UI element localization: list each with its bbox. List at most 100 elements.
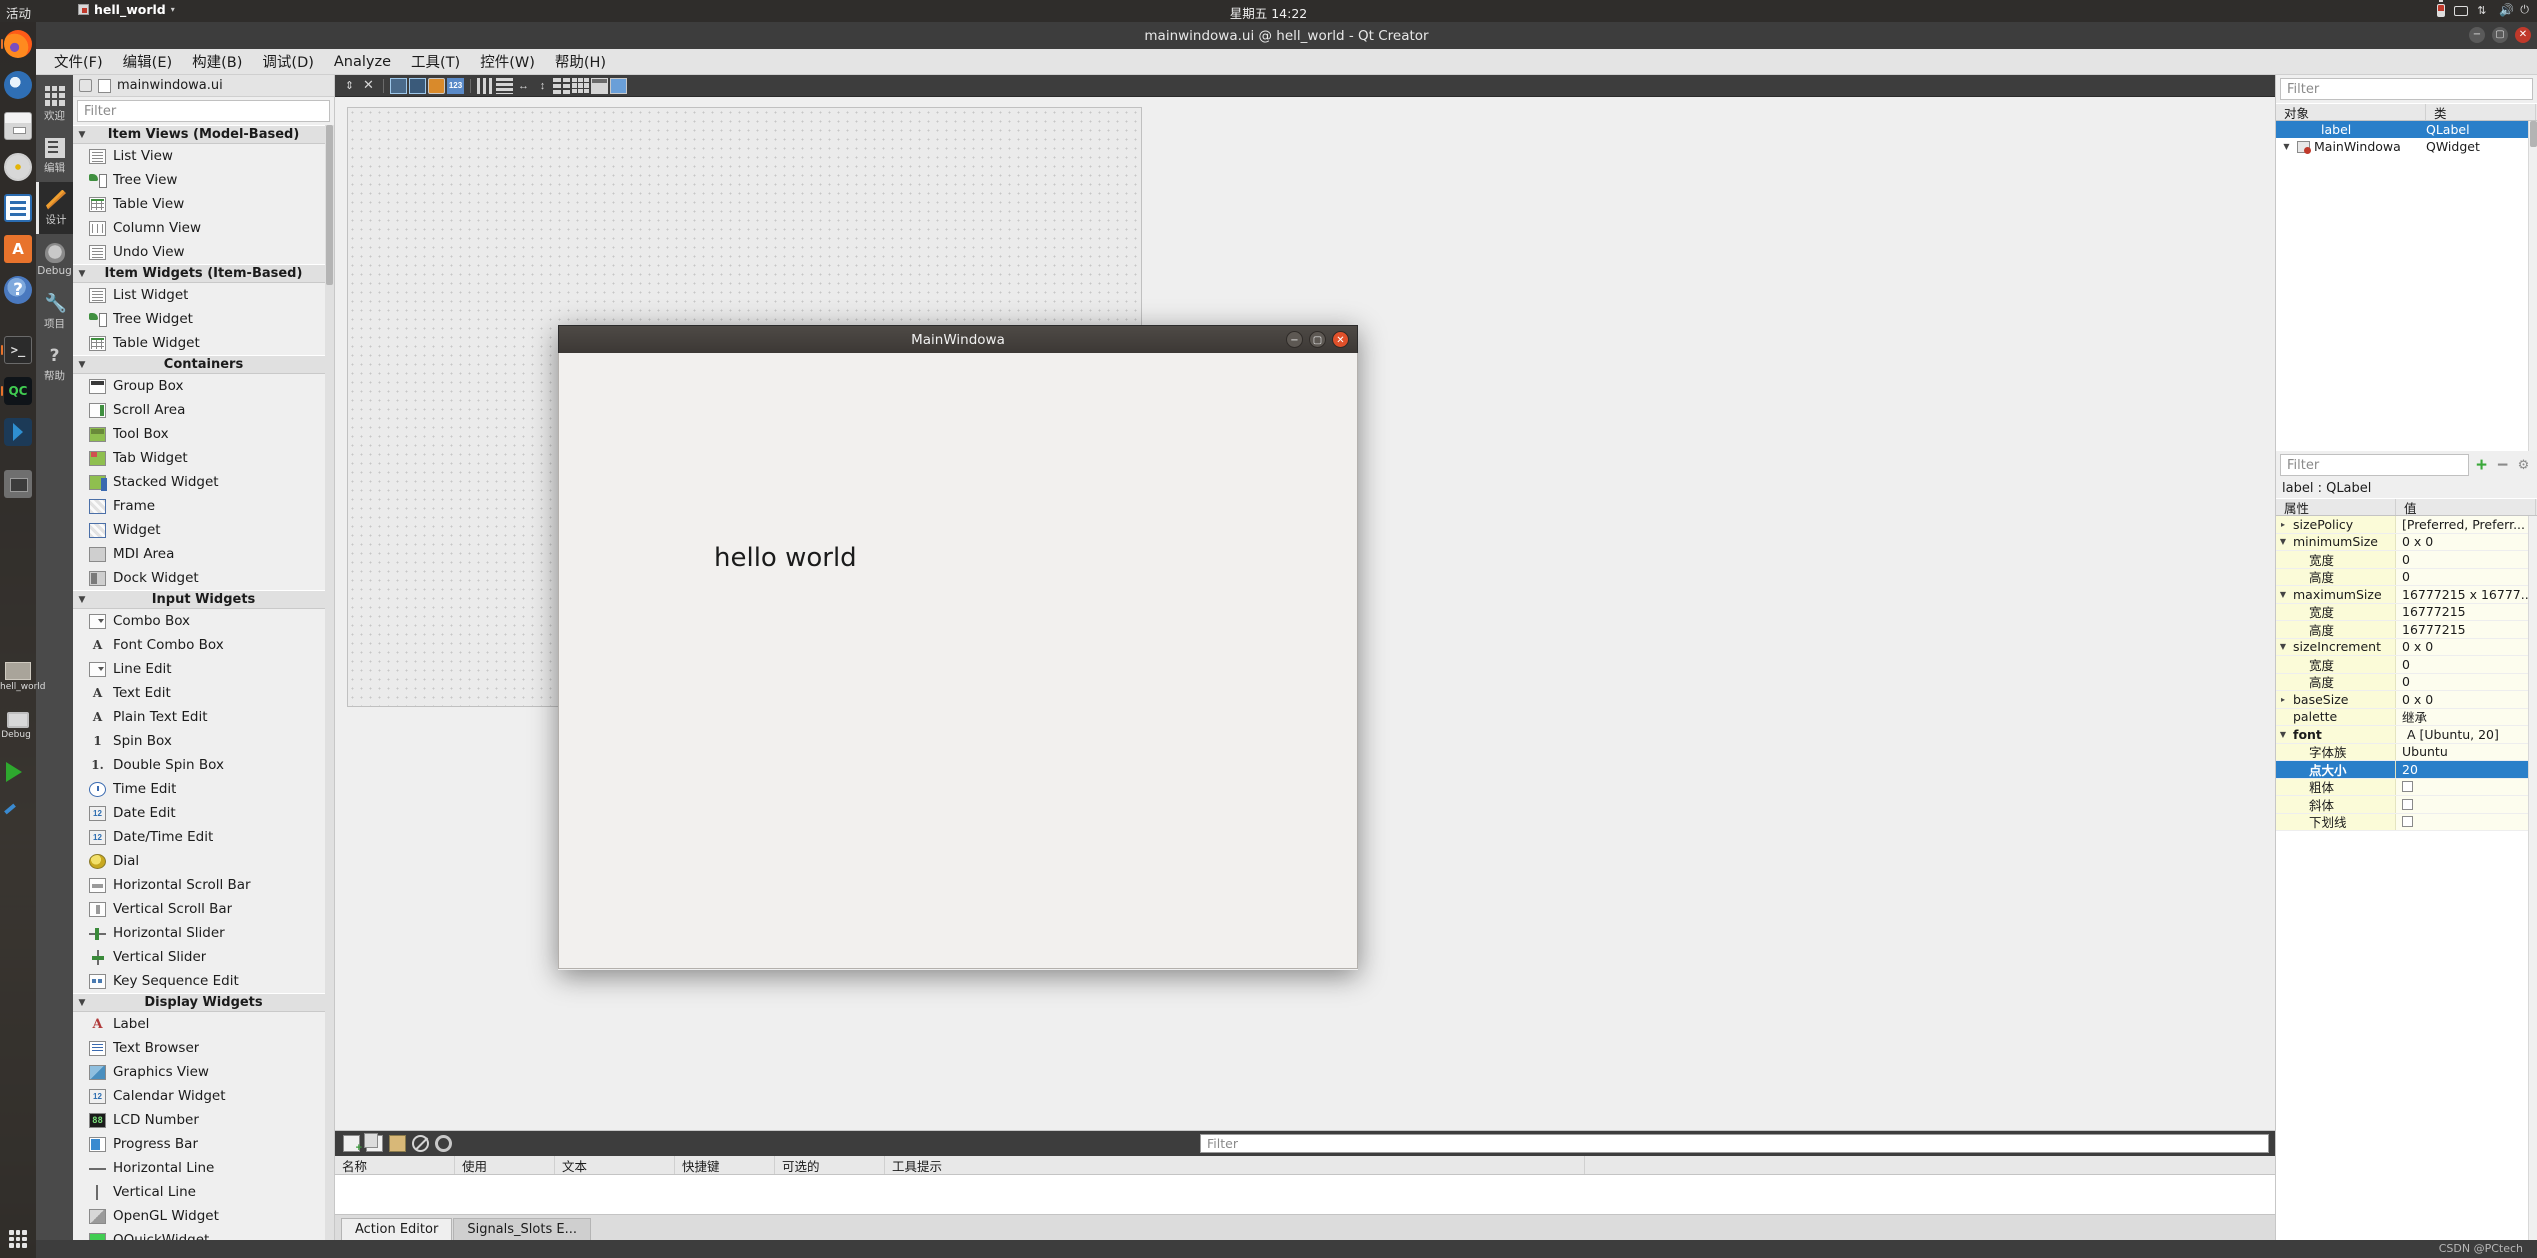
object-inspector-filter[interactable]: Filter (2280, 78, 2533, 100)
property-table[interactable]: ▸ sizePolicy [Preferred, Preferr... ▼ minimu… (2276, 516, 2537, 1240)
clock[interactable]: 星期五 14:22 (0, 3, 2537, 22)
action-column-header[interactable]: 使用 (455, 1156, 555, 1174)
configure-icon[interactable] (435, 1135, 452, 1152)
mode-欢迎[interactable]: 欢迎 (36, 78, 73, 130)
widget-item[interactable]: Widget (73, 518, 334, 542)
action-filter-input[interactable]: Filter (1200, 1134, 2269, 1153)
property-row[interactable]: 高度 0 (2276, 673, 2537, 691)
menu-help[interactable]: 帮助(H) (555, 51, 606, 72)
layout-vertically-icon[interactable] (496, 77, 513, 94)
widget-box-scrollbar[interactable] (325, 125, 334, 1240)
property-row[interactable]: 下划线 (2276, 813, 2537, 831)
widget-item[interactable]: Graphics View (73, 1060, 334, 1084)
widget-item[interactable]: 1 Spin Box (73, 729, 334, 753)
add-icon[interactable]: + (2473, 456, 2490, 475)
widget-group-header[interactable]: ▼ Display Widgets (73, 993, 334, 1012)
widget-item[interactable]: Table Widget (73, 331, 334, 355)
window-controls[interactable]: − ▢ ✕ (2469, 27, 2531, 43)
widget-item[interactable]: Horizontal Line (73, 1156, 334, 1180)
dock-item-qt-creator[interactable]: QC (1, 372, 35, 410)
menu-edit[interactable]: 编辑(E) (123, 51, 172, 72)
edit-widgets-icon[interactable]: ⇕ (341, 78, 358, 94)
property-filter-input[interactable]: Filter (2280, 454, 2469, 476)
layout-splitter-v-icon[interactable]: ↕ (534, 78, 551, 94)
mode-编辑[interactable]: 编辑 (36, 130, 73, 182)
widget-item[interactable]: Line Edit (73, 657, 334, 681)
property-value[interactable]: 0 (2402, 657, 2410, 672)
widget-item[interactable]: List Widget (73, 283, 334, 307)
menu-file[interactable]: 文件(F) (54, 51, 103, 72)
property-value[interactable]: 0 (2402, 569, 2410, 584)
adjust-size-icon[interactable] (610, 77, 627, 94)
widget-item[interactable]: Date Edit (73, 801, 334, 825)
widget-item[interactable]: A Label (73, 1012, 334, 1036)
widget-item[interactable]: Calendar Widget (73, 1084, 334, 1108)
action-column-header[interactable]: 文本 (555, 1156, 675, 1174)
property-row[interactable]: ▼ minimumSize 0 x 0 (2276, 533, 2537, 551)
property-row[interactable]: 宽度 0 (2276, 656, 2537, 674)
mode-selector[interactable]: 欢迎 编辑 设计 Debug 🔧 项目? 帮助 (36, 75, 73, 1240)
action-column-header[interactable]: 可选的 (775, 1156, 885, 1174)
property-value[interactable]: Ubuntu (2402, 744, 2448, 759)
widget-group-header[interactable]: ▼ Item Widgets (Item-Based) (73, 264, 334, 283)
mode-设计[interactable]: 设计 (36, 182, 73, 234)
minimize-icon[interactable]: − (2469, 27, 2485, 43)
widget-item[interactable]: Text Browser (73, 1036, 334, 1060)
close-icon[interactable]: ✕ (2515, 27, 2531, 43)
property-column-header[interactable]: 值 (2396, 499, 2536, 516)
widget-item[interactable]: MDI Area (73, 542, 334, 566)
property-row[interactable]: ▼ font A [Ubuntu, 20] (2276, 726, 2537, 744)
dock-item-thunderbird[interactable] (1, 66, 35, 104)
designer-toolbar[interactable]: ⇕ ✕ 123 ↔ ↕ (335, 75, 2275, 97)
widget-item[interactable]: Undo View (73, 240, 334, 264)
object-column-header[interactable]: 类 (2426, 104, 2536, 121)
edit-buddies-icon[interactable] (409, 77, 426, 94)
preview-mainwindow[interactable]: MainWindowa − ▢ ✕ hello world (558, 325, 1358, 970)
close-icon[interactable]: ✕ (1332, 331, 1349, 348)
widget-group-header[interactable]: ▼ Input Widgets (73, 590, 334, 609)
menu-tools[interactable]: 工具(T) (411, 51, 460, 72)
widget-box-list[interactable]: ▼ Item Views (Model-Based) List View Tree V… (73, 125, 334, 1240)
widget-item[interactable]: Frame (73, 494, 334, 518)
mode-帮助[interactable]: ? 帮助 (36, 338, 73, 390)
widget-item[interactable]: Progress Bar (73, 1132, 334, 1156)
property-row[interactable]: 高度 0 (2276, 568, 2537, 586)
widget-item[interactable]: A Font Combo Box (73, 633, 334, 657)
copy-icon[interactable] (364, 1133, 383, 1152)
property-column-header[interactable]: 属性 (2276, 499, 2396, 516)
widget-item[interactable]: Vertical Line (73, 1180, 334, 1204)
action-table-body[interactable] (335, 1175, 2275, 1214)
property-row[interactable]: 宽度 0 (2276, 551, 2537, 569)
widget-item[interactable]: Table View (73, 192, 334, 216)
widget-item[interactable]: Horizontal Slider (73, 921, 334, 945)
widget-box-filter[interactable]: Filter (77, 100, 330, 122)
dock-item-firefox[interactable] (1, 25, 35, 63)
menu-widgets[interactable]: 控件(W) (480, 51, 535, 72)
widget-item[interactable]: 88 LCD Number (73, 1108, 334, 1132)
expander-icon[interactable]: ▼ (2276, 537, 2290, 546)
menu-analyze[interactable]: Analyze (334, 54, 391, 70)
widget-item[interactable]: Group Box (73, 374, 334, 398)
dock-item-files[interactable] (1, 107, 35, 145)
expander-icon[interactable]: ▼ (2276, 590, 2290, 599)
expander-icon[interactable]: ▼ (2276, 642, 2290, 651)
maximize-icon[interactable]: ▢ (1309, 331, 1326, 348)
run-button-icon[interactable] (6, 762, 22, 782)
expander-icon[interactable]: ▼ (2280, 142, 2293, 151)
system-tray[interactable]: ⇅ 🔊 ⏻ (2437, 3, 2529, 17)
property-row[interactable]: ▼ maximumSize 16777215 x 16777... (2276, 586, 2537, 604)
tab-order-number-icon[interactable]: 123 (447, 77, 464, 94)
widget-item[interactable]: Tool Box (73, 422, 334, 446)
property-row[interactable]: 高度 16777215 (2276, 621, 2537, 639)
widget-item[interactable]: Dial (73, 849, 334, 873)
widget-item[interactable]: A Text Edit (73, 681, 334, 705)
menu-build[interactable]: 构建(B) (192, 51, 242, 72)
expander-icon[interactable]: ▸ (2276, 695, 2290, 704)
object-inspector-tree[interactable]: label QLabel ▼ MainWindowa QWidget (2276, 121, 2537, 451)
build-icon[interactable] (4, 800, 24, 818)
widget-item[interactable]: Tab Widget (73, 446, 334, 470)
expander-icon[interactable]: ▸ (2276, 520, 2290, 529)
widget-item[interactable]: Time Edit (73, 777, 334, 801)
widget-item[interactable]: Dock Widget (73, 566, 334, 590)
edit-tab-order-icon[interactable] (428, 77, 445, 94)
